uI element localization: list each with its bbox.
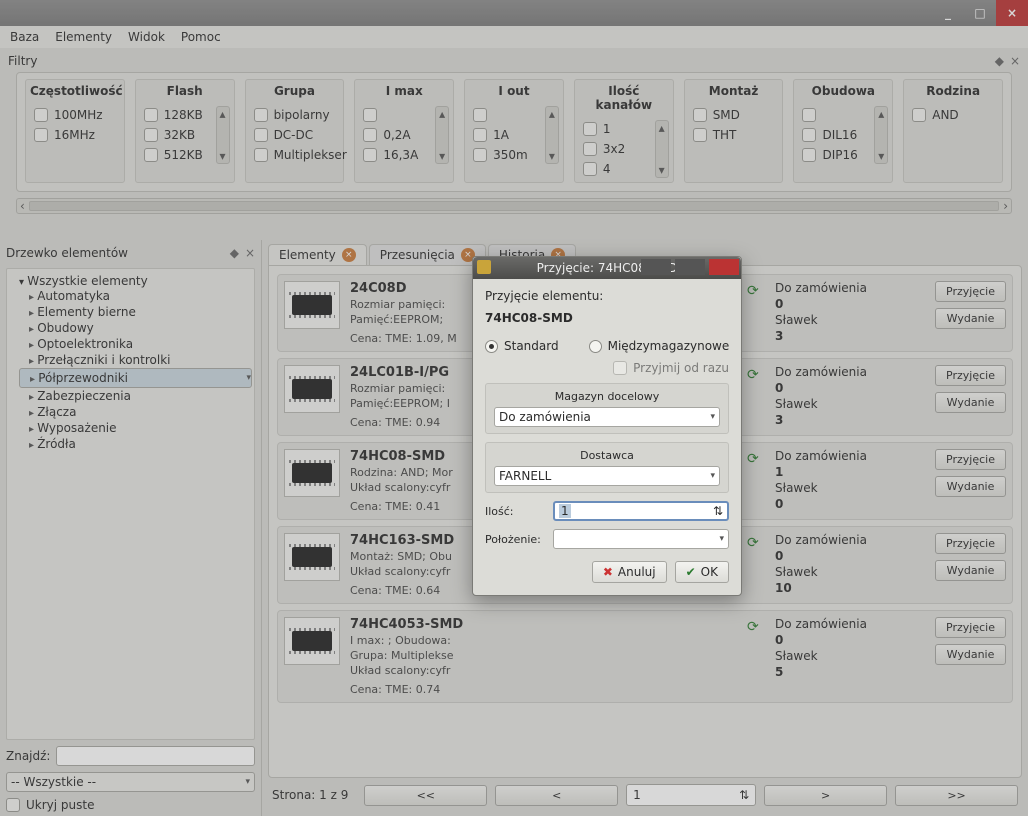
cancel-icon: ✖ <box>603 565 613 579</box>
button-ok[interactable]: ✔OK <box>675 561 729 583</box>
loc-label: Położenie: <box>485 533 545 546</box>
select-magazyn[interactable]: Do zamówienia <box>494 407 720 427</box>
button-anuluj[interactable]: ✖Anuluj <box>592 561 667 583</box>
dialog-minimize[interactable] <box>641 259 671 275</box>
ok-icon: ✔ <box>686 565 696 579</box>
dialog-header: Przyjęcie elementu: <box>485 289 729 303</box>
dialog-przyjecie: Przyjęcie: 74HC08-SMD Przyjęcie elementu… <box>472 256 742 596</box>
qty-label: Ilość: <box>485 505 545 518</box>
section-magazyn: Magazyn docelowy <box>494 390 720 403</box>
dialog-element: 74HC08-SMD <box>485 311 573 325</box>
radio-standard[interactable]: Standard <box>485 339 559 353</box>
input-ilosc[interactable]: 1⇅ <box>553 501 729 521</box>
checkbox-przyjmij-od-razu: Przyjmij od razu <box>485 361 729 375</box>
dialog-maximize[interactable] <box>675 259 705 275</box>
dialog-close[interactable] <box>709 259 739 275</box>
dialog-icon <box>477 260 491 274</box>
radio-miedzymagazynowe[interactable]: Międzymagazynowe <box>589 339 730 353</box>
select-dostawca[interactable]: FARNELL <box>494 466 720 486</box>
select-polozenie[interactable] <box>553 529 729 549</box>
section-dostawca: Dostawca <box>494 449 720 462</box>
dialog-titlebar[interactable]: Przyjęcie: 74HC08-SMD <box>473 257 741 279</box>
